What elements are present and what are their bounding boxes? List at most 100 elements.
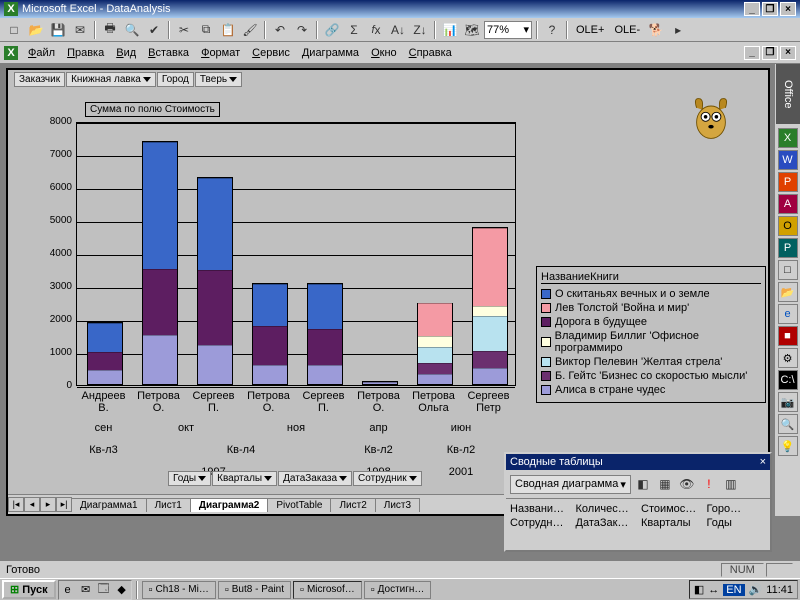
- pivot-field[interactable]: Названи…: [510, 503, 570, 515]
- restore-button[interactable]: ❐: [762, 2, 778, 16]
- chart-window[interactable]: ЗаказчикКнижная лавкаГородТверь Сумма по…: [6, 68, 770, 516]
- save-icon[interactable]: 💾: [48, 20, 68, 40]
- pivot-refresh-icon[interactable]: !: [699, 474, 719, 494]
- cut-icon[interactable]: ✂: [174, 20, 194, 40]
- sort-desc-icon[interactable]: Z↓: [410, 20, 430, 40]
- bar-2[interactable]: [197, 177, 233, 385]
- pivot-field[interactable]: Количес…: [576, 503, 636, 515]
- light-sb-icon[interactable]: 💡: [778, 436, 798, 456]
- bar-7[interactable]: [472, 227, 508, 385]
- filter-Тверь[interactable]: Тверь: [195, 72, 242, 87]
- new-icon[interactable]: □: [4, 20, 24, 40]
- tray-lang[interactable]: EN: [723, 584, 744, 596]
- close-button[interactable]: ×: [780, 2, 796, 16]
- tab-nav-first-icon[interactable]: |◂: [8, 497, 24, 512]
- help-icon[interactable]: ?: [542, 20, 562, 40]
- undo-icon[interactable]: ↶: [270, 20, 290, 40]
- tab-nav-last-icon[interactable]: ▸|: [56, 497, 72, 512]
- sort-asc-icon[interactable]: A↓: [388, 20, 408, 40]
- filter-Сотрудник[interactable]: Сотрудник: [353, 471, 422, 486]
- open-icon[interactable]: 📂: [26, 20, 46, 40]
- sheet-tab-Диаграмма2[interactable]: Диаграмма2: [190, 498, 268, 512]
- format-painter-icon[interactable]: 🖌: [240, 20, 260, 40]
- chart-icon[interactable]: 📊: [440, 20, 460, 40]
- access-sb-icon[interactable]: A: [778, 194, 798, 214]
- doc-restore-button[interactable]: ❐: [762, 46, 778, 60]
- copy-icon[interactable]: ⧉: [196, 20, 216, 40]
- pivot-chart-menu[interactable]: Сводная диаграмма ▾: [510, 475, 631, 494]
- sheet-tab-PivotTable[interactable]: PivotTable: [267, 498, 331, 512]
- fx-icon[interactable]: fx: [366, 20, 386, 40]
- bar-3[interactable]: [252, 283, 288, 385]
- link-icon[interactable]: 🔗: [322, 20, 342, 40]
- tool-sb-icon[interactable]: ⚙: [778, 348, 798, 368]
- sheet-tab-Лист1[interactable]: Лист1: [146, 498, 191, 512]
- bar-1[interactable]: [142, 141, 178, 385]
- filter-Кварталы[interactable]: Кварталы: [212, 471, 277, 486]
- pivot-field[interactable]: Годы: [707, 517, 767, 529]
- sum-icon[interactable]: Σ: [344, 20, 364, 40]
- ie-sb-icon[interactable]: e: [778, 304, 798, 324]
- tab-nav-next-icon[interactable]: ▸: [40, 497, 56, 512]
- filter-Книжная лавка[interactable]: Книжная лавка: [66, 72, 156, 87]
- filter-ДатаЗаказа[interactable]: ДатаЗаказа: [278, 471, 352, 486]
- mail-icon[interactable]: ✉: [70, 20, 90, 40]
- menu-Вставка[interactable]: Вставка: [142, 45, 195, 61]
- clippy-assistant-icon[interactable]: [684, 88, 738, 142]
- menu-Диаграмма[interactable]: Диаграмма: [296, 45, 365, 61]
- print-icon[interactable]: 🖶: [100, 20, 120, 40]
- pivot-field[interactable]: Кварталы: [641, 517, 701, 529]
- menu-Формат[interactable]: Формат: [195, 45, 246, 61]
- red-sb-icon[interactable]: ■: [778, 326, 798, 346]
- pivot-toolbar[interactable]: Сводные таблицы× Сводная диаграмма ▾ ◧ ▦…: [504, 452, 772, 552]
- menu-Сервис[interactable]: Сервис: [246, 45, 296, 61]
- menu-Файл[interactable]: Файл: [22, 45, 61, 61]
- publisher-sb-icon[interactable]: P: [778, 238, 798, 258]
- doc-close-button[interactable]: ×: [780, 46, 796, 60]
- powerpoint-sb-icon[interactable]: P: [778, 172, 798, 192]
- cmd-sb-icon[interactable]: C:\: [778, 370, 798, 390]
- ql-app-icon[interactable]: ◆: [114, 582, 130, 598]
- tab-nav-prev-icon[interactable]: ◂: [24, 497, 40, 512]
- paste-icon[interactable]: 📋: [218, 20, 238, 40]
- minimize-button[interactable]: _: [744, 2, 760, 16]
- doc-minimize-button[interactable]: _: [744, 46, 760, 60]
- menu-Правка[interactable]: Правка: [61, 45, 110, 61]
- pivot-field[interactable]: Сотрудн…: [510, 517, 570, 529]
- doc-icon[interactable]: X: [4, 46, 18, 60]
- pivot-field[interactable]: Стоимос…: [641, 503, 701, 515]
- pivot-field-icon[interactable]: ▦: [655, 474, 675, 494]
- pivot-show-icon[interactable]: 👁: [677, 474, 697, 494]
- menu-Окно[interactable]: Окно: [365, 45, 403, 61]
- bar-0[interactable]: [87, 322, 123, 385]
- ql-desktop-icon[interactable]: 🗔: [96, 582, 112, 598]
- new-doc-sb-icon[interactable]: □: [778, 260, 798, 280]
- zoom-input[interactable]: 77%▾: [484, 21, 532, 39]
- preview-icon[interactable]: 🔍: [122, 20, 142, 40]
- pivot-field[interactable]: Горо…: [707, 503, 767, 515]
- start-button[interactable]: ⊞Пуск: [2, 580, 56, 599]
- pivot-wizard-icon[interactable]: ◧: [633, 474, 653, 494]
- pivot-close-icon[interactable]: ×: [760, 456, 766, 468]
- ql-ie-icon[interactable]: e: [60, 582, 76, 598]
- tray-vol-icon[interactable]: 🔊: [749, 583, 763, 596]
- word-sb-icon[interactable]: W: [778, 150, 798, 170]
- sheet-tab-Диаграмма1[interactable]: Диаграмма1: [71, 498, 147, 512]
- task-button[interactable]: ▫But8 - Paint: [218, 581, 291, 599]
- task-button[interactable]: ▫Ch18 - Mi…: [142, 581, 216, 599]
- ole-minus-button[interactable]: OLE-: [610, 24, 644, 36]
- map-icon[interactable]: 🗺: [462, 20, 482, 40]
- dog-icon[interactable]: 🐕: [646, 20, 666, 40]
- bar-6[interactable]: [417, 303, 453, 386]
- task-button[interactable]: ▫Microsof…: [293, 581, 362, 599]
- filter-Годы[interactable]: Годы: [168, 471, 211, 486]
- pivot-hide-icon[interactable]: ▥: [721, 474, 741, 494]
- bar-5[interactable]: [362, 381, 398, 385]
- bar-4[interactable]: [307, 283, 343, 385]
- sheet-tab-Лист3[interactable]: Лист3: [375, 498, 420, 512]
- redo-icon[interactable]: ↷: [292, 20, 312, 40]
- tray-resize-icon[interactable]: ↔: [708, 584, 719, 596]
- sheet-tab-Лист2[interactable]: Лист2: [330, 498, 375, 512]
- excel-sb-icon[interactable]: X: [778, 128, 798, 148]
- camera-sb-icon[interactable]: 📷: [778, 392, 798, 412]
